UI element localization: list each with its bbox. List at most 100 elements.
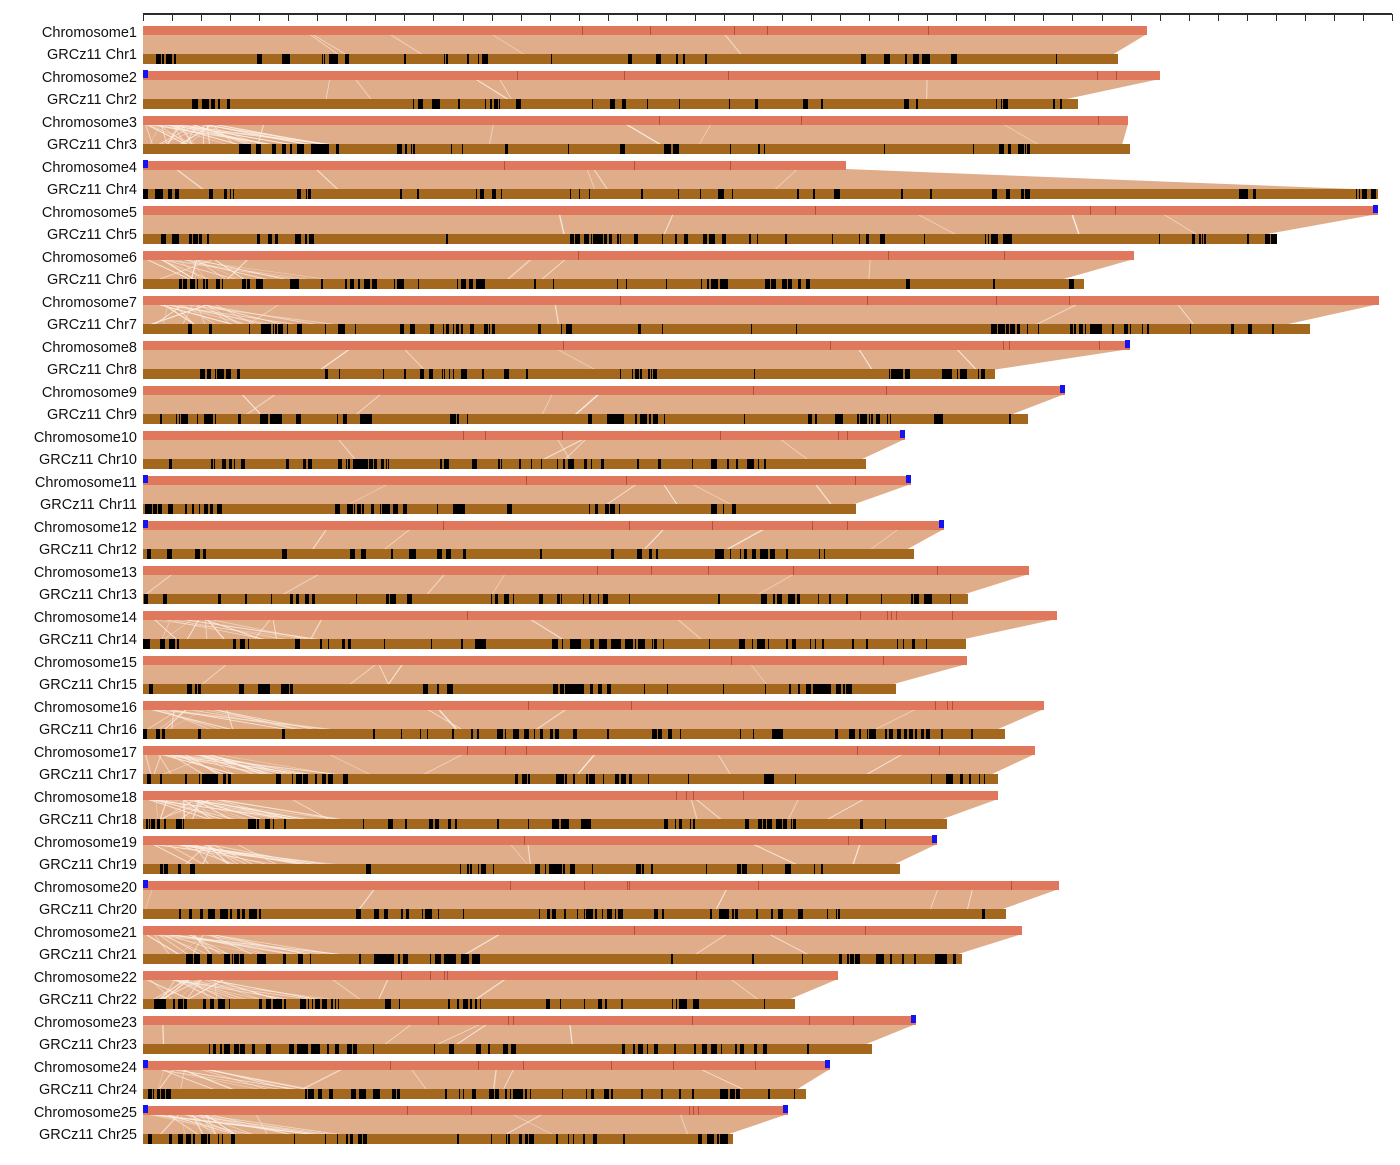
query-chromosome-bar[interactable] (143, 386, 1065, 395)
synteny-track[interactable] (143, 652, 1400, 697)
reference-chromosome-bar[interactable] (143, 369, 995, 379)
reference-chromosome-bar[interactable] (143, 594, 968, 604)
reference-marker-tick (603, 774, 604, 784)
reference-chromosome-bar[interactable] (143, 549, 914, 559)
query-chromosome-bar[interactable] (143, 1061, 830, 1070)
synteny-track[interactable] (143, 517, 1400, 562)
reference-marker-tick (561, 594, 562, 604)
query-chromosome-bar[interactable] (143, 971, 838, 980)
reference-marker-tick (429, 819, 433, 829)
reference-chromosome-label: GRCz11 Chr14 (38, 632, 137, 648)
query-chromosome-bar[interactable] (143, 566, 1029, 575)
synteny-track[interactable] (143, 922, 1400, 967)
query-chromosome-bar[interactable] (143, 746, 1035, 755)
query-chromosome-bar[interactable] (143, 341, 1130, 350)
synteny-track[interactable] (143, 832, 1400, 877)
ribbon-polygon (143, 169, 1378, 190)
reference-marker-tick (763, 1044, 767, 1054)
query-chromosome-bar[interactable] (143, 296, 1379, 305)
reference-marker-tick (757, 639, 760, 649)
synteny-track[interactable] (143, 877, 1400, 922)
query-chromosome-bar[interactable] (143, 251, 1134, 260)
synteny-track[interactable] (143, 562, 1400, 607)
query-chromosome-bar[interactable] (143, 476, 911, 485)
query-chromosome-bar[interactable] (143, 71, 1160, 80)
reference-marker-tick (788, 594, 792, 604)
reference-marker-tick (885, 729, 887, 739)
axis-tick (1334, 14, 1335, 21)
reference-marker-tick (525, 1134, 528, 1144)
query-marker-tick (562, 431, 563, 440)
reference-marker-tick (305, 234, 307, 244)
reference-chromosome-bar[interactable] (143, 324, 1310, 334)
reference-marker-tick (724, 1089, 726, 1099)
synteny-track[interactable] (143, 607, 1400, 652)
reference-marker-tick (427, 909, 432, 919)
reference-chromosome-bar[interactable] (143, 189, 1378, 199)
query-chromosome-bar[interactable] (143, 116, 1128, 125)
synteny-track[interactable] (143, 157, 1400, 202)
query-chromosome-bar[interactable] (143, 161, 846, 170)
reference-marker-tick (749, 234, 751, 244)
reference-marker-tick (283, 54, 288, 64)
synteny-track[interactable] (143, 742, 1400, 787)
synteny-track[interactable] (143, 67, 1400, 112)
synteny-track[interactable] (143, 697, 1400, 742)
synteny-track[interactable] (143, 472, 1400, 517)
query-chromosome-bar[interactable] (143, 836, 937, 845)
reference-marker-tick (356, 594, 357, 604)
synteny-figure: Chromosome1 GRCz11 Chr1 Chromosome2 GRCz11 … (0, 0, 1400, 1165)
reference-marker-tick (658, 459, 661, 469)
query-chromosome-bar[interactable] (143, 26, 1147, 35)
reference-marker-tick (1008, 234, 1012, 244)
synteny-track[interactable] (143, 202, 1400, 247)
query-chromosome-bar[interactable] (143, 611, 1057, 620)
synteny-track[interactable] (143, 112, 1400, 157)
query-chromosome-bar[interactable] (143, 926, 1022, 935)
synteny-track[interactable] (143, 1012, 1400, 1057)
reference-marker-tick (628, 639, 633, 649)
reference-chromosome-bar[interactable] (143, 774, 998, 784)
reference-marker-tick (584, 999, 585, 1009)
synteny-track[interactable] (143, 292, 1400, 337)
query-chromosome-bar[interactable] (143, 656, 967, 665)
query-chromosome-bar[interactable] (143, 521, 944, 530)
synteny-track[interactable] (143, 967, 1400, 1012)
synteny-track[interactable] (143, 427, 1400, 472)
synteny-track[interactable] (143, 22, 1400, 67)
query-chromosome-bar[interactable] (143, 701, 1044, 710)
reference-marker-tick (723, 504, 724, 514)
query-chromosome-bar[interactable] (143, 206, 1378, 215)
query-chromosome-bar[interactable] (143, 431, 905, 440)
reference-marker-tick (551, 864, 556, 874)
reference-chromosome-bar[interactable] (143, 909, 1006, 919)
synteny-track[interactable] (143, 382, 1400, 427)
reference-marker-tick (353, 549, 355, 559)
synteny-track[interactable] (143, 1102, 1400, 1147)
query-chromosome-bar[interactable] (143, 791, 998, 800)
synteny-track[interactable] (143, 337, 1400, 382)
reference-chromosome-bar[interactable] (143, 279, 1084, 289)
reference-marker-tick (391, 549, 393, 559)
reference-marker-tick (718, 594, 720, 604)
axis-tick (1305, 14, 1306, 21)
synteny-track[interactable] (143, 247, 1400, 292)
reference-marker-tick (278, 999, 281, 1009)
reference-marker-tick (598, 684, 602, 694)
query-chromosome-bar[interactable] (143, 1016, 916, 1025)
row-labels: Chromosome14 GRCz11 Chr14 (0, 607, 137, 652)
reference-marker-tick (640, 324, 641, 334)
query-chromosome-bar[interactable] (143, 1106, 788, 1115)
reference-marker-tick (589, 189, 590, 199)
query-chromosome-bar[interactable] (143, 881, 1059, 890)
reference-marker-tick (162, 729, 165, 739)
reference-chromosome-bar[interactable] (143, 684, 896, 694)
synteny-track[interactable] (143, 1057, 1400, 1102)
reference-chromosome-bar[interactable] (143, 504, 856, 514)
query-marker-tick (407, 1106, 408, 1115)
reference-chromosome-bar[interactable] (143, 819, 947, 829)
synteny-track[interactable] (143, 787, 1400, 832)
reference-marker-tick (380, 504, 381, 514)
reference-marker-tick (644, 684, 645, 694)
synteny-ribbon (143, 888, 1059, 911)
